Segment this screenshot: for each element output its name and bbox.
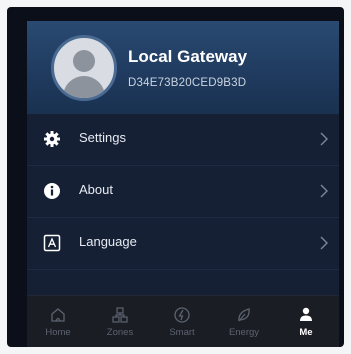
tab-zones[interactable]: Zones: [89, 296, 151, 347]
settings-menu: Settings About Language: [27, 114, 339, 295]
tab-smart-label: Smart: [169, 327, 195, 338]
tab-home-label: Home: [45, 327, 71, 338]
profile-header: Local Gateway D34E73B20CED9B3D: [27, 21, 339, 114]
info-icon: [43, 182, 61, 200]
tab-smart[interactable]: Smart: [151, 296, 213, 347]
menu-item-settings[interactable]: Settings: [27, 114, 339, 166]
menu-item-language-label: Language: [79, 234, 137, 249]
avatar[interactable]: [51, 35, 117, 101]
gear-icon: [43, 130, 61, 148]
avatar-body-shape: [63, 76, 105, 98]
tab-energy[interactable]: Energy: [213, 296, 275, 347]
chevron-right-icon: [319, 182, 329, 200]
chevron-right-icon: [319, 234, 329, 252]
app-screen: Local Gateway D34E73B20CED9B3D Settings …: [27, 21, 339, 347]
tab-me-label: Me: [299, 327, 313, 338]
chevron-right-icon: [319, 130, 329, 148]
language-icon: [43, 234, 61, 252]
gateway-name: Local Gateway: [128, 47, 248, 66]
home-icon: [49, 306, 67, 324]
tab-zones-label: Zones: [106, 327, 134, 338]
menu-item-settings-label: Settings: [79, 130, 126, 145]
menu-item-about-label: About: [79, 182, 113, 197]
bottom-tab-bar: Home Zones Smart Energy Me: [27, 295, 339, 347]
menu-item-language[interactable]: Language: [27, 218, 339, 270]
device-frame: Local Gateway D34E73B20CED9B3D Settings …: [7, 7, 344, 347]
gateway-device-id: D34E73B20CED9B3D: [128, 77, 247, 89]
menu-item-about[interactable]: About: [27, 166, 339, 218]
zones-icon: [111, 306, 129, 324]
smart-icon: [173, 306, 191, 324]
tab-me[interactable]: Me: [275, 296, 337, 347]
leaf-icon: [235, 306, 253, 324]
tab-home[interactable]: Home: [27, 296, 89, 347]
tab-energy-label: Energy: [228, 327, 260, 338]
avatar-head-shape: [73, 50, 95, 72]
person-icon: [297, 306, 315, 324]
